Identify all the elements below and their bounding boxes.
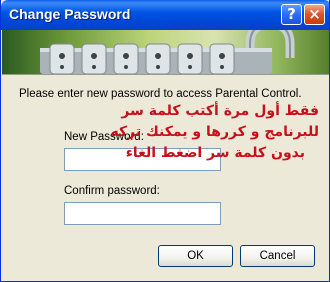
padlock-icon: [40, 30, 295, 74]
help-button[interactable]: ?: [281, 4, 302, 25]
cancel-button[interactable]: Cancel: [240, 245, 315, 267]
header-banner: [2, 30, 329, 74]
banner-divider: [2, 74, 329, 75]
help-icon: ?: [287, 5, 296, 23]
confirm-password-field[interactable]: [64, 202, 221, 225]
arabic-note-line-2: للبرنامج و كررها و يمكنك تركه: [110, 124, 319, 140]
close-icon: ×: [308, 5, 321, 23]
change-password-dialog: Change Password ? × Please enter new pas…: [0, 0, 330, 282]
instruction-text: Please enter new password to access Pare…: [19, 88, 302, 100]
window-title: Change Password: [9, 6, 131, 22]
arabic-note-line-3: بدون كلمة سر اضغط الغاء: [125, 145, 305, 161]
title-bar[interactable]: Change Password ? ×: [1, 0, 329, 30]
confirm-password-label: Confirm password:: [64, 185, 160, 197]
arabic-note-line-1: فقط أول مرة أكتب كلمة سر: [121, 103, 319, 119]
ok-button[interactable]: OK: [158, 245, 233, 267]
close-button[interactable]: ×: [304, 4, 325, 25]
